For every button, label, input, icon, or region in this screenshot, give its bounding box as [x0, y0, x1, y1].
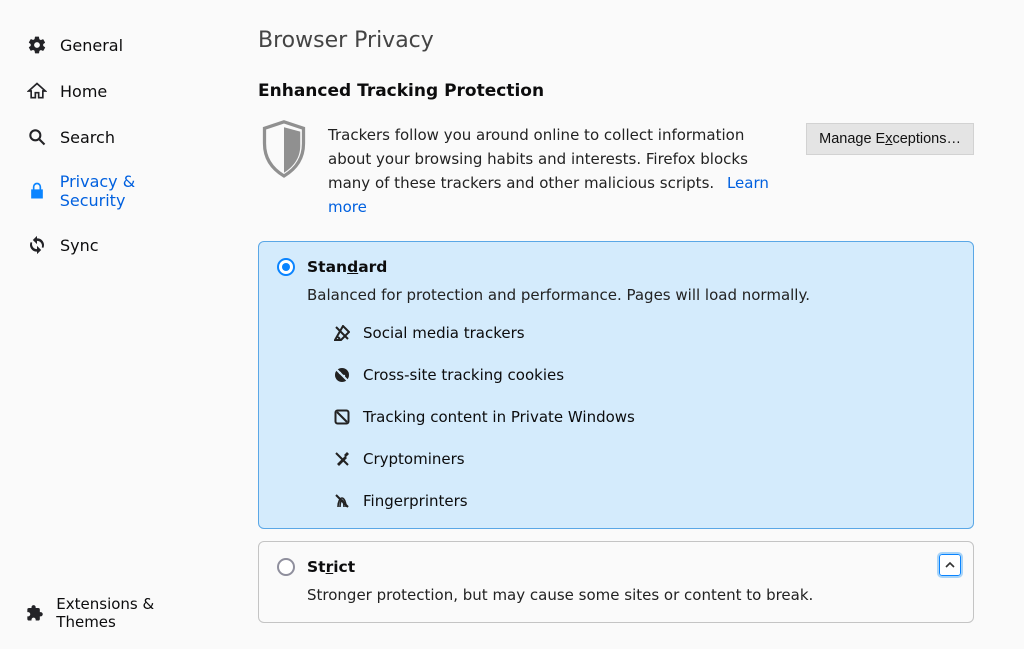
feature-fingerprinters: Fingerprinters [333, 492, 955, 510]
sidebar-item-privacy[interactable]: Privacy & Security [0, 160, 230, 222]
social-trackers-icon [333, 324, 351, 342]
cookie-icon [333, 366, 351, 384]
main-content: Browser Privacy Enhanced Tracking Protec… [230, 0, 1024, 649]
feature-label: Social media trackers [363, 324, 525, 342]
lock-icon [26, 180, 48, 202]
sidebar-item-sync[interactable]: Sync [0, 222, 230, 268]
intro-body: Trackers follow you around online to col… [328, 126, 748, 192]
fingerprint-icon [333, 492, 351, 510]
option-standard[interactable]: Standard Balanced for protection and per… [258, 241, 974, 529]
expand-strict-button[interactable] [939, 554, 961, 576]
feature-cryptominers: Cryptominers [333, 450, 955, 468]
option-strict[interactable]: Strict Stronger protection, but may caus… [258, 541, 974, 623]
tracking-content-icon [333, 408, 351, 426]
option-title-strict: Strict [307, 558, 355, 576]
sidebar-item-extensions[interactable]: Extensions & Themes [0, 583, 230, 649]
radio-standard[interactable] [277, 258, 295, 276]
intro-row: Trackers follow you around online to col… [258, 119, 974, 219]
sidebar-item-search[interactable]: Search [0, 114, 230, 160]
sidebar-item-home[interactable]: Home [0, 68, 230, 114]
feature-label: Fingerprinters [363, 492, 468, 510]
feature-social: Social media trackers [333, 324, 955, 342]
sidebar-item-general[interactable]: General [0, 22, 230, 68]
puzzle-icon [24, 602, 44, 624]
feature-list: Social media trackers Cross-site trackin… [333, 324, 955, 510]
feature-label: Cryptominers [363, 450, 465, 468]
page-title: Browser Privacy [258, 28, 974, 53]
sidebar-label: General [60, 36, 123, 55]
home-icon [26, 80, 48, 102]
intro-text: Trackers follow you around online to col… [328, 119, 788, 219]
section-title: Enhanced Tracking Protection [258, 81, 974, 101]
feature-tracking-content: Tracking content in Private Windows [333, 408, 955, 426]
feature-cookies: Cross-site tracking cookies [333, 366, 955, 384]
sidebar: General Home Search Privacy & Security S… [0, 0, 230, 649]
sidebar-label: Home [60, 82, 107, 101]
manage-exceptions-button[interactable]: Manage Exceptions… [806, 123, 974, 155]
option-desc-strict: Stronger protection, but may cause some … [307, 586, 955, 604]
option-title-standard: Standard [307, 258, 387, 276]
search-icon [26, 126, 48, 148]
sidebar-label: Privacy & Security [60, 172, 204, 210]
feature-label: Cross-site tracking cookies [363, 366, 564, 384]
gear-icon [26, 34, 48, 56]
feature-label: Tracking content in Private Windows [363, 408, 635, 426]
sync-icon [26, 234, 48, 256]
sidebar-label: Sync [60, 236, 99, 255]
cryptominer-icon [333, 450, 351, 468]
option-desc-standard: Balanced for protection and performance.… [307, 286, 955, 304]
sidebar-label: Search [60, 128, 115, 147]
extensions-label: Extensions & Themes [56, 595, 206, 631]
shield-icon [258, 119, 310, 185]
chevron-up-icon [945, 560, 955, 570]
radio-strict[interactable] [277, 558, 295, 576]
